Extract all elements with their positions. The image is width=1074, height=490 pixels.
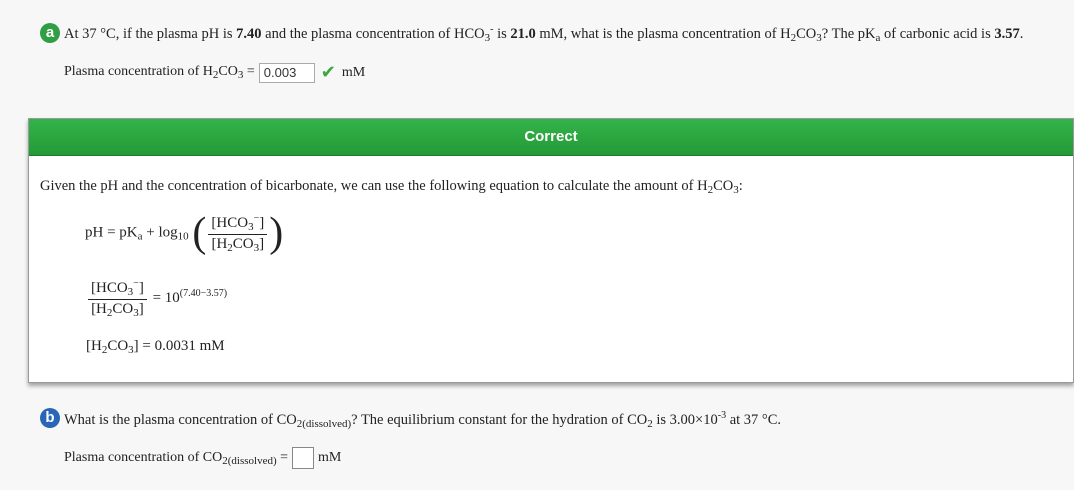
feedback-title: Correct [29,119,1073,156]
question-a-text: At 37 °C, if the plasma pH is 7.40 and t… [64,24,1024,44]
question-a-badge: a [40,23,60,43]
question-b-answer-row: Plasma concentration of CO2(dissolved) =… [64,447,341,469]
equation-1: pH = pKa + log10 ( [HCO3−] [H2CO3] ) [85,210,284,256]
equation-3: [H2CO3] = 0.0031 mM [86,338,225,356]
answer-b-input[interactable] [292,447,315,469]
answer-a-input[interactable]: 0.003 [258,62,315,83]
question-b-text: What is the plasma concentration of CO2(… [64,410,782,430]
answer-b-unit: mM [318,450,342,465]
feedback-explanation: Given the pH and the concentration of bi… [40,178,743,196]
answer-a-label: Plasma concentration of H2CO3 = [64,64,255,81]
checkmark-icon: ✔ [320,62,336,83]
equation-2: [HCO3−] [H2CO3] = 10(7.40−3.57) [86,278,227,319]
question-a-answer-row: Plasma concentration of H2CO3 = 0.003 ✔ … [64,62,365,83]
answer-b-label: Plasma concentration of CO2(dissolved) = [64,449,289,467]
question-b-badge: b [40,408,60,428]
right-paren: ) [269,210,284,256]
equation-1-fraction: [HCO3−] [H2CO3] [208,213,268,254]
left-paren: ( [192,210,207,256]
answer-a-unit: mM [341,64,366,80]
equation-2-fraction: [HCO3−] [H2CO3] [88,278,147,319]
